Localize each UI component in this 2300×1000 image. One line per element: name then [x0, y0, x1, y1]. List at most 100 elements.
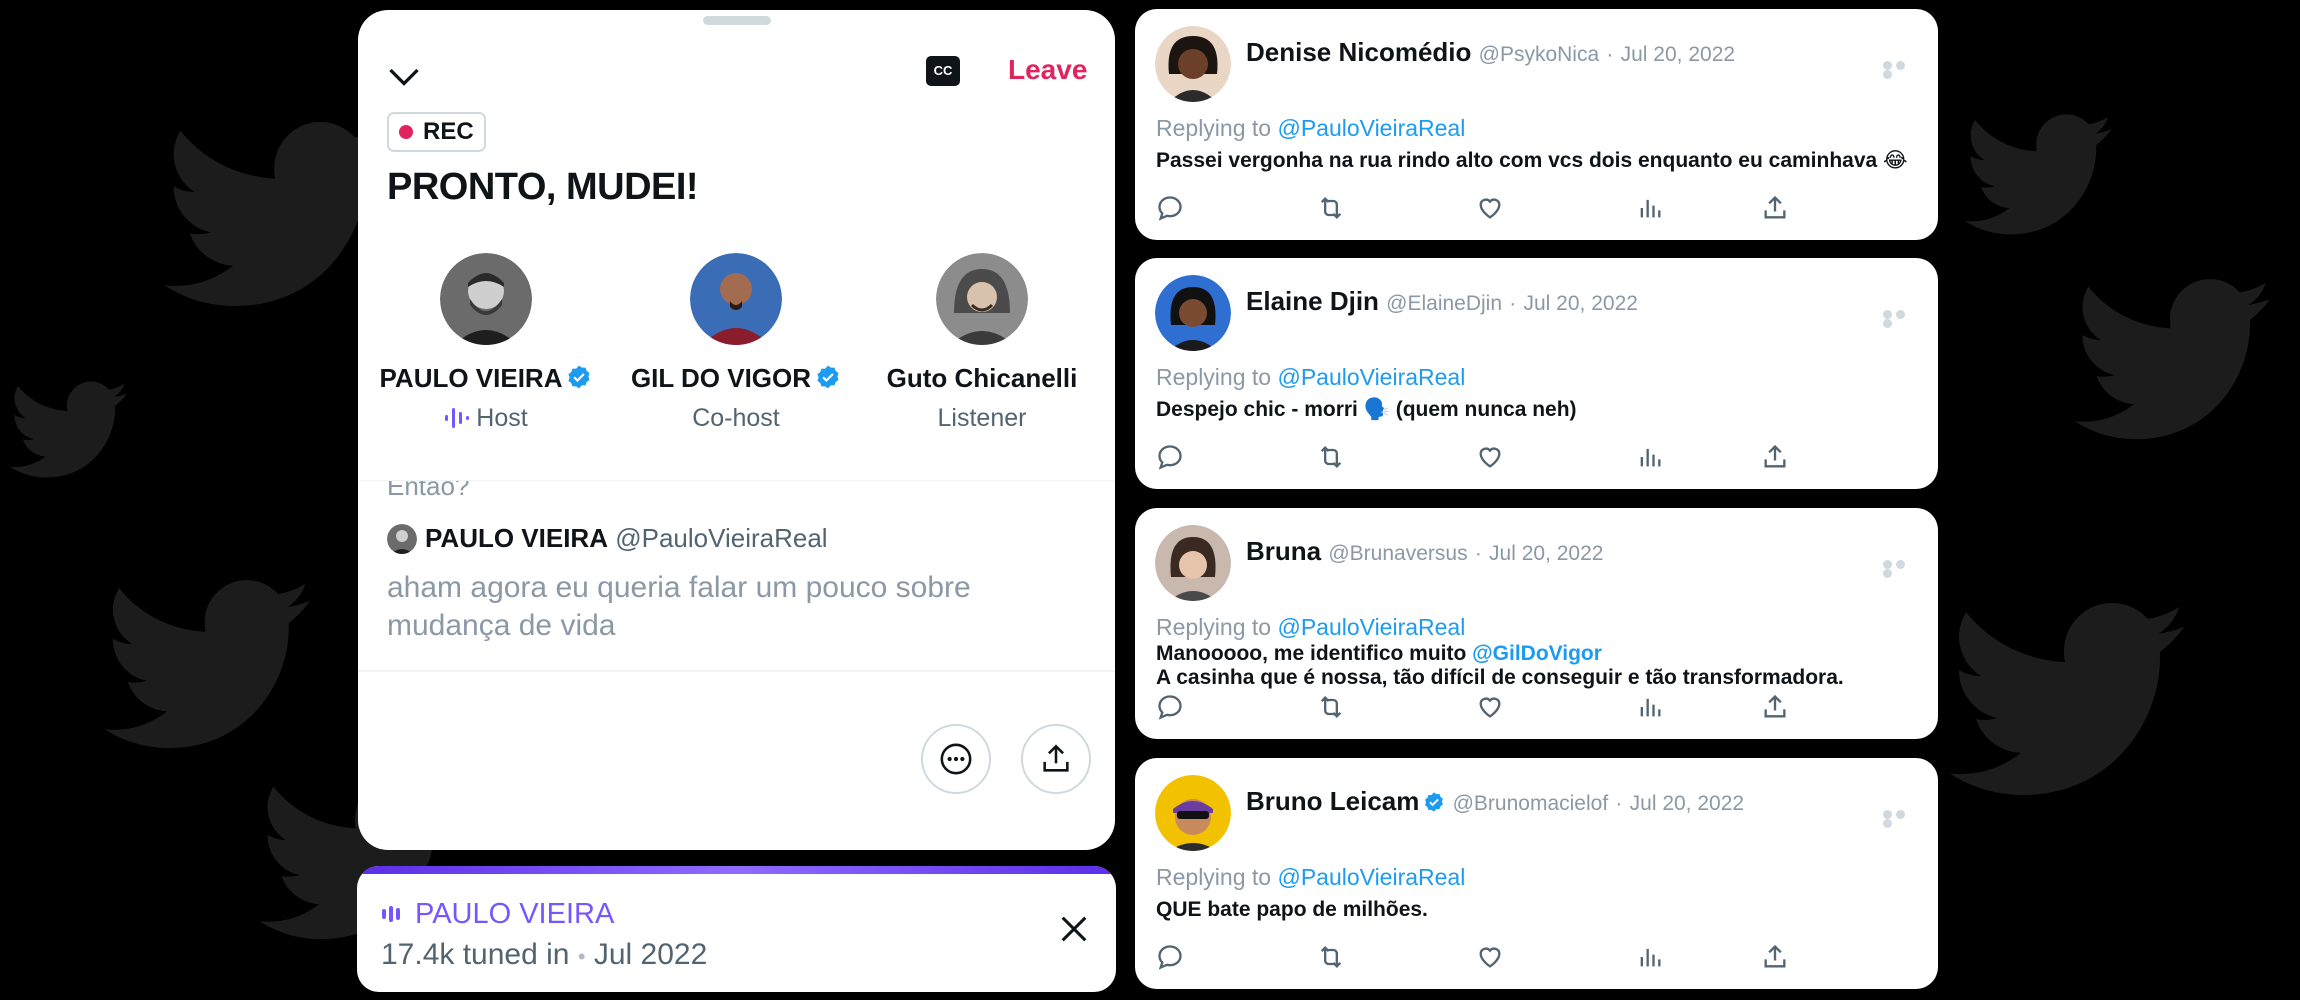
- reply-tweet[interactable]: Bruno Leicam @Brunomacielof · Jul 20, 20…: [1135, 758, 1938, 989]
- mention-link[interactable]: @PauloVieiraReal: [1277, 115, 1465, 141]
- more-icon[interactable]: [1883, 810, 1921, 828]
- retweet-button[interactable]: [1316, 194, 1346, 224]
- mention-link[interactable]: @PauloVieiraReal: [1277, 364, 1465, 390]
- avatar: [440, 253, 532, 345]
- avatar: [1155, 275, 1231, 351]
- player-accent-bar: [357, 866, 1116, 874]
- like-button[interactable]: [1476, 693, 1506, 723]
- separator-dot: ·: [1474, 542, 1482, 565]
- tweet-author-name[interactable]: Bruna: [1246, 536, 1321, 566]
- share-button[interactable]: [1761, 194, 1791, 224]
- share-button[interactable]: [1021, 724, 1091, 794]
- speaker-listener[interactable]: Guto Chicanelli Listener: [862, 253, 1102, 433]
- retweet-button[interactable]: [1316, 943, 1346, 973]
- analytics-button[interactable]: [1636, 194, 1666, 224]
- more-icon[interactable]: [1883, 560, 1921, 578]
- share-button[interactable]: [1761, 443, 1791, 473]
- analytics-button[interactable]: [1636, 443, 1666, 473]
- chevron-down-icon: [389, 68, 419, 86]
- reply-icon: [1158, 445, 1182, 470]
- retweet-icon: [1320, 197, 1342, 219]
- reply-tweet[interactable]: Bruna @Brunaversus · Jul 20, 2022 Replyi…: [1135, 508, 1938, 739]
- tweet-author-name[interactable]: Denise Nicomédio: [1246, 37, 1471, 67]
- heart-icon: [1479, 697, 1501, 718]
- speaker-host[interactable]: PAULO VIEIRA Host: [366, 253, 606, 433]
- speaker-role-text: Co-host: [692, 404, 780, 432]
- space-panel: CC Leave REC PRONTO, MUDEI! PAULO VIEIRA…: [358, 10, 1115, 850]
- collapse-button[interactable]: [386, 58, 422, 94]
- share-button[interactable]: [1761, 693, 1791, 723]
- retweet-icon: [1320, 696, 1342, 718]
- analytics-button[interactable]: [1636, 943, 1666, 973]
- recording-badge: REC: [387, 112, 486, 152]
- avatar: [690, 253, 782, 345]
- like-button[interactable]: [1476, 194, 1506, 224]
- audio-bars-icon: [382, 906, 400, 922]
- reply-button[interactable]: [1156, 443, 1186, 473]
- space-player-bar[interactable]: PAULO VIEIRA 17.4k tuned in • Jul 2022: [357, 866, 1116, 992]
- tweet-actions: [1156, 194, 1856, 228]
- retweet-button[interactable]: [1316, 693, 1346, 723]
- audio-bars-icon: [445, 408, 470, 428]
- reply-button[interactable]: [1156, 943, 1186, 973]
- reply-button[interactable]: [1156, 693, 1186, 723]
- retweet-button[interactable]: [1316, 443, 1346, 473]
- tweet-author-name[interactable]: Elaine Djin: [1246, 286, 1379, 316]
- tweet-text-line: Manooooo, me identifico muito: [1156, 642, 1467, 665]
- recording-label: REC: [423, 118, 474, 145]
- mention-link[interactable]: @PauloVieiraReal: [1277, 864, 1465, 890]
- replying-to-label: Replying to: [1156, 364, 1272, 390]
- tweet-header: Elaine Djin @ElaineDjin · Jul 20, 2022: [1246, 286, 1638, 317]
- more-icon[interactable]: [1883, 61, 1921, 79]
- tweet-author-handle[interactable]: @Brunaversus: [1328, 542, 1467, 565]
- replying-to: Replying to @PauloVieiraReal: [1156, 864, 1465, 891]
- heart-icon: [1479, 447, 1501, 468]
- recording-dot-icon: [399, 125, 413, 139]
- reply-tweet[interactable]: Elaine Djin @ElaineDjin · Jul 20, 2022 R…: [1135, 258, 1938, 489]
- reply-button[interactable]: [1156, 194, 1186, 224]
- more-icon[interactable]: [1883, 310, 1921, 328]
- tweet-date[interactable]: Jul 20, 2022: [1524, 292, 1638, 315]
- avatar: [936, 253, 1028, 345]
- mention-link[interactable]: @PauloVieiraReal: [1277, 614, 1465, 640]
- speaker-role-text: Host: [476, 404, 528, 432]
- tweet-text-line: A casinha que é nossa, tão difícil de co…: [1156, 666, 1844, 689]
- speaker-cohost[interactable]: GIL DO VIGOR Co-host: [616, 253, 856, 433]
- tweet-text: QUE bate papo de milhões.: [1156, 898, 1428, 921]
- share-button[interactable]: [1761, 943, 1791, 973]
- leave-button[interactable]: Leave: [1008, 54, 1087, 86]
- speaker-role: Host: [366, 404, 606, 433]
- avatar: [1155, 26, 1231, 102]
- tweet-author-handle[interactable]: @ElaineDjin: [1386, 292, 1502, 315]
- tweet-author-handle[interactable]: @PsykoNica: [1479, 43, 1600, 66]
- separator-dot: ·: [1606, 43, 1614, 66]
- speaker-name: PAULO VIEIRA: [366, 363, 606, 394]
- analytics-icon: [1640, 199, 1661, 218]
- twitter-bird-icon: [9, 381, 129, 478]
- like-button[interactable]: [1476, 943, 1506, 973]
- captions-button[interactable]: CC: [926, 56, 960, 86]
- retweet-icon: [1320, 446, 1342, 468]
- reply-tweet[interactable]: Denise Nicomédio @PsykoNica · Jul 20, 20…: [1135, 9, 1938, 240]
- speaker-name: GIL DO VIGOR: [616, 363, 856, 394]
- analytics-button[interactable]: [1636, 693, 1666, 723]
- drag-handle[interactable]: [703, 16, 771, 25]
- reply-icon: [1158, 945, 1182, 970]
- tweet-date[interactable]: Jul 20, 2022: [1489, 542, 1603, 565]
- mention-link[interactable]: @GilDoVigor: [1472, 642, 1602, 665]
- tweet-header: Denise Nicomédio @PsykoNica · Jul 20, 20…: [1246, 37, 1735, 68]
- replying-to: Replying to @PauloVieiraReal: [1156, 614, 1465, 641]
- analytics-icon: [1640, 448, 1661, 467]
- tweet-author-name[interactable]: Bruno Leicam: [1246, 786, 1419, 816]
- live-captions: Então? PAULO VIEIRA @PauloVieiraReal aha…: [358, 480, 1115, 671]
- tweet-author-handle[interactable]: @Brunomacielof: [1453, 792, 1609, 815]
- share-icon: [1764, 694, 1786, 718]
- more-options-button[interactable]: [921, 724, 991, 794]
- tweet-date[interactable]: Jul 20, 2022: [1630, 792, 1744, 815]
- close-button[interactable]: [1057, 912, 1091, 946]
- tweet-date[interactable]: Jul 20, 2022: [1621, 43, 1735, 66]
- avatar: [1155, 525, 1231, 601]
- replying-to: Replying to @PauloVieiraReal: [1156, 115, 1465, 142]
- divider: [358, 670, 1115, 672]
- like-button[interactable]: [1476, 443, 1506, 473]
